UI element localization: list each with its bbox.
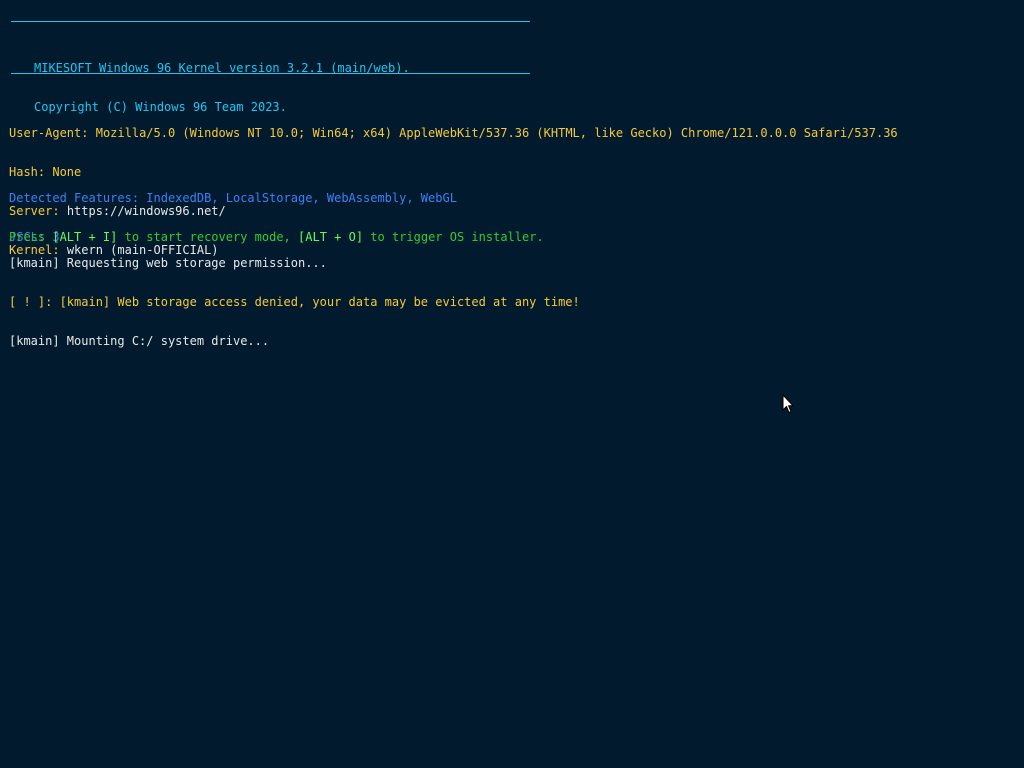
user-agent-label: User-Agent: (9, 126, 89, 140)
banner-top-rule (11, 21, 530, 22)
log-line-mounting: [kmain] Mounting C:/ system drive... (9, 334, 270, 348)
log-line-storage-request: [kmain] Requesting web storage permissio… (9, 256, 327, 270)
log-line-storage-warning: [ ! ]: [kmain] Web storage access denied… (9, 295, 580, 309)
banner-bottom-rule (11, 73, 530, 74)
user-agent-value: Mozilla/5.0 (Windows NT 10.0; Win64; x64… (95, 126, 898, 140)
kernel-log: [kmain] Requesting web storage permissio… (9, 231, 580, 374)
user-agent-line: User-Agent: Mozilla/5.0 (Windows NT 10.0… (9, 127, 898, 140)
mouse-pointer-icon (782, 394, 794, 414)
detected-features-line: Detected Features: IndexedDB, LocalStora… (9, 191, 457, 205)
boot-console: MIKESOFT Windows 96 Kernel version 3.2.1… (0, 0, 1024, 768)
